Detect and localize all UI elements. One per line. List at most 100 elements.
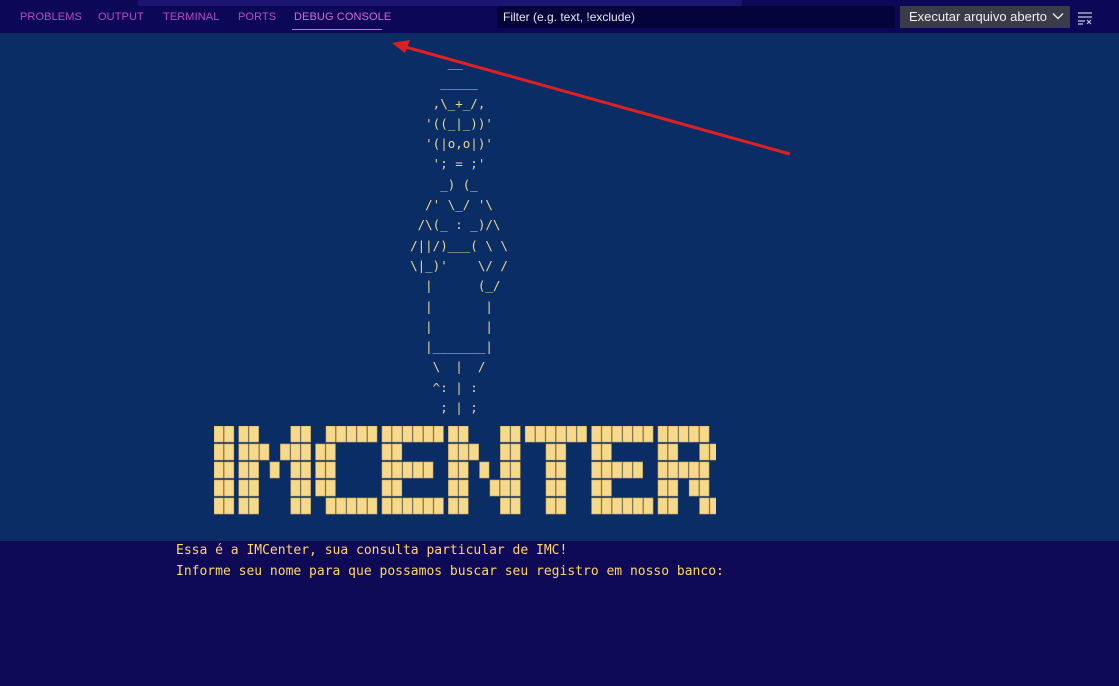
logo-block bbox=[458, 497, 469, 515]
logo-block bbox=[566, 425, 577, 443]
logo-block bbox=[668, 425, 679, 443]
logo-block bbox=[500, 497, 511, 515]
logo-block bbox=[381, 443, 392, 461]
logo-block bbox=[500, 425, 511, 443]
logo-block bbox=[238, 425, 249, 443]
logo-block bbox=[412, 425, 423, 443]
logo-block bbox=[315, 443, 326, 461]
logo-block bbox=[315, 461, 326, 479]
logo-block bbox=[346, 497, 357, 515]
logo-block bbox=[448, 425, 459, 443]
logo-block bbox=[412, 497, 423, 515]
launch-config-select[interactable]: Executar arquivo aberto bbox=[900, 6, 1070, 28]
logo-block bbox=[657, 443, 668, 461]
logo-block bbox=[622, 461, 633, 479]
logo-block bbox=[622, 497, 633, 515]
logo-block bbox=[591, 443, 602, 461]
logo-block bbox=[709, 497, 720, 515]
logo-block bbox=[325, 425, 336, 443]
logo-block bbox=[325, 461, 336, 479]
logo-block bbox=[300, 479, 311, 497]
logo-block bbox=[356, 425, 367, 443]
logo-block bbox=[300, 497, 311, 515]
logo-letter bbox=[213, 425, 235, 515]
logo-block bbox=[632, 461, 643, 479]
logo-block bbox=[213, 479, 224, 497]
logo-block bbox=[632, 425, 643, 443]
logo-block bbox=[315, 479, 326, 497]
logo-block bbox=[448, 497, 459, 515]
logo-block bbox=[224, 479, 235, 497]
logo-block bbox=[622, 425, 633, 443]
tab-terminal[interactable]: TERMINAL bbox=[163, 11, 219, 23]
logo-block bbox=[269, 461, 280, 479]
logo-block bbox=[591, 425, 602, 443]
logo-block bbox=[657, 425, 668, 443]
logo-block bbox=[290, 425, 301, 443]
logo-block bbox=[238, 443, 249, 461]
logo-block bbox=[489, 479, 500, 497]
logo-letter bbox=[591, 425, 654, 515]
logo-block bbox=[576, 425, 587, 443]
logo-block bbox=[556, 497, 567, 515]
logo-block bbox=[392, 497, 403, 515]
logo-block bbox=[392, 479, 403, 497]
logo-block bbox=[601, 497, 612, 515]
logo-block bbox=[612, 497, 623, 515]
logo-block bbox=[248, 461, 259, 479]
logo-block bbox=[668, 461, 679, 479]
logo-block bbox=[545, 425, 556, 443]
logo-block bbox=[632, 497, 643, 515]
logo-block bbox=[601, 425, 612, 443]
logo-block bbox=[448, 479, 459, 497]
logo-block bbox=[699, 497, 710, 515]
logo-block bbox=[591, 461, 602, 479]
logo-block bbox=[392, 425, 403, 443]
console-output-line: Informe seu nome para que possamos busca… bbox=[176, 564, 724, 579]
logo-block bbox=[356, 497, 367, 515]
logo-block bbox=[259, 443, 270, 461]
logo-block bbox=[248, 443, 259, 461]
word-wrap-icon[interactable] bbox=[1077, 11, 1093, 25]
logo-block bbox=[336, 497, 347, 515]
logo-block bbox=[402, 497, 413, 515]
logo-block bbox=[325, 443, 336, 461]
logo-block bbox=[300, 461, 311, 479]
logo-block bbox=[238, 461, 249, 479]
logo-block bbox=[668, 479, 679, 497]
logo-block bbox=[500, 443, 511, 461]
logo-block bbox=[510, 443, 521, 461]
imcenter-ascii-logo bbox=[213, 425, 720, 534]
filter-input[interactable] bbox=[497, 6, 895, 28]
logo-block bbox=[688, 425, 699, 443]
logo-letter bbox=[657, 425, 720, 515]
logo-block bbox=[556, 443, 567, 461]
logo-block bbox=[238, 497, 249, 515]
logo-block bbox=[458, 461, 469, 479]
logo-block bbox=[545, 479, 556, 497]
logo-block bbox=[556, 479, 567, 497]
logo-block bbox=[280, 443, 291, 461]
logo-block bbox=[643, 497, 654, 515]
logo-block bbox=[381, 479, 392, 497]
logo-block bbox=[325, 479, 336, 497]
logo-block bbox=[510, 479, 521, 497]
tab-output[interactable]: OUTPUT bbox=[98, 11, 144, 23]
logo-block bbox=[668, 443, 679, 461]
logo-block bbox=[688, 461, 699, 479]
logo-block bbox=[290, 497, 301, 515]
logo-block bbox=[500, 479, 511, 497]
tab-debug-console[interactable]: DEBUG CONSOLE bbox=[294, 11, 391, 23]
logo-block bbox=[402, 425, 413, 443]
logo-block bbox=[248, 479, 259, 497]
logo-block bbox=[657, 479, 668, 497]
logo-block bbox=[545, 461, 556, 479]
logo-block bbox=[500, 461, 511, 479]
logo-block bbox=[545, 443, 556, 461]
logo-block bbox=[479, 461, 490, 479]
tab-problems[interactable]: PROBLEMS bbox=[20, 11, 82, 23]
tab-ports[interactable]: PORTS bbox=[238, 11, 276, 23]
logo-letter bbox=[524, 425, 587, 515]
logo-block bbox=[402, 461, 413, 479]
logo-block bbox=[524, 425, 535, 443]
